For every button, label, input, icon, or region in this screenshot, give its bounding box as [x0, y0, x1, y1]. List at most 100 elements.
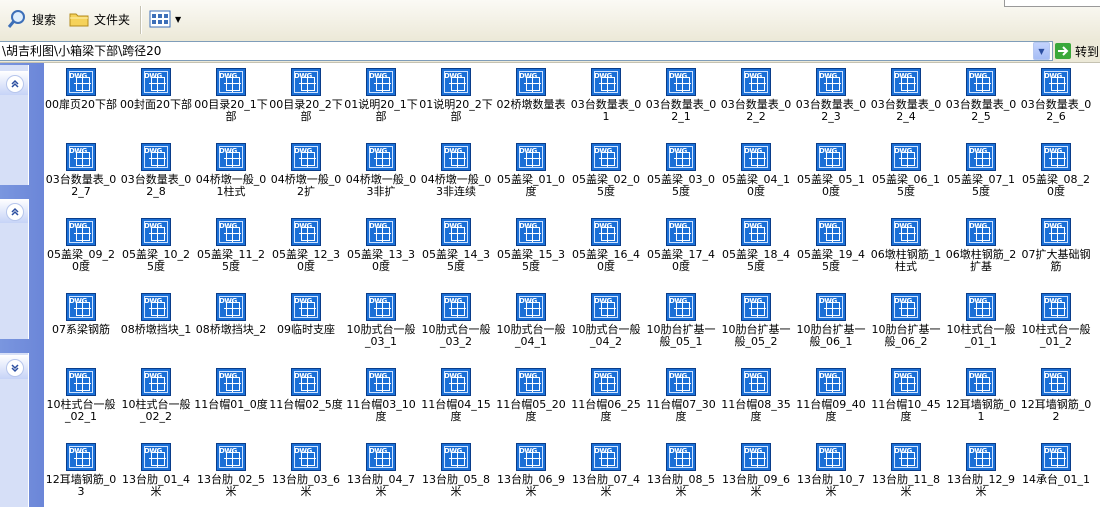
search-button[interactable]: 搜索 — [6, 6, 56, 32]
file-item[interactable]: DWG 03台数量表_02_8 — [119, 143, 193, 198]
file-item[interactable]: DWG 05盖梁_16_40度 — [569, 218, 643, 273]
file-item[interactable]: DWG 03台数量表_02_3 — [794, 68, 868, 123]
file-item[interactable]: DWG 11台帽02_5度 — [269, 368, 343, 411]
file-item[interactable]: DWG 11台帽04_15度 — [419, 368, 493, 423]
file-item[interactable]: DWG 10柱式台一般_02_1 — [44, 368, 118, 423]
file-item[interactable]: DWG 13台肋_05_8米 — [419, 443, 493, 498]
file-item[interactable]: DWG 05盖梁_05_10度 — [794, 143, 868, 198]
file-item[interactable]: DWG 00封面20下部 — [119, 68, 193, 111]
file-item[interactable]: DWG 05盖梁_07_15度 — [944, 143, 1018, 198]
file-item[interactable]: DWG 13台肋_06_9米 — [494, 443, 568, 498]
file-item[interactable]: DWG 05盖梁_02_05度 — [569, 143, 643, 198]
file-item[interactable]: DWG 00目录20_1下部 — [194, 68, 268, 123]
file-item[interactable]: DWG 09临时支座 — [269, 293, 343, 336]
file-item[interactable]: DWG 10柱式台一般_02_2 — [119, 368, 193, 423]
file-item[interactable]: DWG 05盖梁_01_0度 — [494, 143, 568, 198]
file-item[interactable]: DWG 05盖梁_04_10度 — [719, 143, 793, 198]
file-item[interactable]: DWG 05盖梁_10_25度 — [119, 218, 193, 273]
file-item[interactable]: DWG 10肋台扩基一般_05_2 — [719, 293, 793, 348]
file-item[interactable]: DWG 07系梁钢筋 — [44, 293, 118, 336]
file-item[interactable]: DWG 05盖梁_09_20度 — [44, 218, 118, 273]
file-item[interactable]: DWG 05盖梁_15_35度 — [494, 218, 568, 273]
file-item[interactable]: DWG 06墩柱钢筋_1柱式 — [869, 218, 943, 273]
file-item[interactable]: DWG 10肋式台一般_03_2 — [419, 293, 493, 348]
chevron-down-icon[interactable] — [6, 359, 24, 377]
file-item[interactable]: DWG 04桥墩一般_03非连续 — [419, 143, 493, 198]
file-item[interactable]: DWG 13台肋_04_7米 — [344, 443, 418, 498]
file-item[interactable]: DWG 11台帽06_25度 — [569, 368, 643, 423]
file-item[interactable]: DWG 13台肋_09_6米 — [719, 443, 793, 498]
file-item[interactable]: DWG 02桥墩数量表 — [494, 68, 568, 111]
file-item[interactable]: DWG 11台帽07_30度 — [644, 368, 718, 423]
file-item[interactable]: DWG 10柱式台一般_01_1 — [944, 293, 1018, 348]
file-item[interactable]: DWG 13台肋_02_5米 — [194, 443, 268, 498]
file-item[interactable]: DWG 00扉页20下部 — [44, 68, 118, 111]
views-button[interactable]: ▼ — [148, 6, 181, 32]
file-item[interactable]: DWG 11台帽08_35度 — [719, 368, 793, 423]
file-item[interactable]: DWG 05盖梁_14_35度 — [419, 218, 493, 273]
file-item[interactable]: DWG 11台帽09_40度 — [794, 368, 868, 423]
file-item[interactable]: DWG 08桥墩挡块_1 — [119, 293, 193, 336]
file-item[interactable]: DWG 05盖梁_12_30度 — [269, 218, 343, 273]
file-item[interactable]: DWG 05盖梁_19_45度 — [794, 218, 868, 273]
file-item[interactable]: DWG 05盖梁_18_45度 — [719, 218, 793, 273]
task-panel-2-header[interactable] — [0, 199, 28, 223]
file-item[interactable]: DWG 01说明20_2下部 — [419, 68, 493, 123]
file-item[interactable]: DWG 01说明20_1下部 — [344, 68, 418, 123]
file-item[interactable]: DWG 05盖梁_11_25度 — [194, 218, 268, 273]
go-button[interactable]: 转到 — [1055, 42, 1099, 60]
folders-button[interactable]: 文件夹 — [68, 6, 130, 32]
file-item[interactable]: DWG 12耳墙钢筋_01 — [944, 368, 1018, 423]
file-item[interactable]: DWG 12耳墙钢筋_03 — [44, 443, 118, 498]
chevron-up-icon[interactable] — [6, 75, 24, 93]
file-item[interactable]: DWG 12耳墙钢筋_02 — [1019, 368, 1093, 423]
file-item[interactable]: DWG 00目录20_2下部 — [269, 68, 343, 123]
file-item[interactable]: DWG 05盖梁_06_15度 — [869, 143, 943, 198]
file-item[interactable]: DWG 03台数量表_02_1 — [644, 68, 718, 123]
file-item[interactable]: DWG 04桥墩一般_03非扩 — [344, 143, 418, 198]
file-item[interactable]: DWG 05盖梁_13_30度 — [344, 218, 418, 273]
file-item[interactable]: DWG 11台帽05_20度 — [494, 368, 568, 423]
file-item[interactable]: DWG 11台帽03_10度 — [344, 368, 418, 423]
file-item[interactable]: DWG 13台肋_12_9米 — [944, 443, 1018, 498]
address-input[interactable]: \胡吉利图\小箱梁下部\跨径20 — [0, 41, 1053, 61]
chevron-up-icon[interactable] — [6, 203, 24, 221]
file-item[interactable]: DWG 05盖梁_08_20度 — [1019, 143, 1093, 198]
file-item[interactable]: DWG 07扩大基础钢筋 — [1019, 218, 1093, 273]
task-panel-1-header[interactable] — [0, 71, 28, 95]
file-item[interactable]: DWG 10柱式台一般_01_2 — [1019, 293, 1093, 348]
task-panel-3-header[interactable] — [0, 355, 28, 379]
file-item[interactable]: DWG 04桥墩一般_02扩 — [269, 143, 343, 198]
file-name: 13台肋_12_9米 — [947, 473, 1015, 498]
file-item[interactable]: DWG 13台肋_07_4米 — [569, 443, 643, 498]
file-item[interactable]: DWG 03台数量表_01 — [569, 68, 643, 123]
file-item[interactable]: DWG 10肋式台一般_04_2 — [569, 293, 643, 348]
file-item[interactable]: DWG 08桥墩挡块_2 — [194, 293, 268, 336]
file-item[interactable]: DWG 03台数量表_02_6 — [1019, 68, 1093, 123]
file-item[interactable]: DWG 06墩柱钢筋_2扩基 — [944, 218, 1018, 273]
file-item[interactable]: DWG 10肋台扩基一般_06_2 — [869, 293, 943, 348]
file-item[interactable]: DWG 03台数量表_02_5 — [944, 68, 1018, 123]
file-item[interactable]: DWG 14承台_01_1 — [1019, 443, 1093, 486]
views-icon — [148, 8, 174, 30]
file-item[interactable]: DWG 13台肋_01_4米 — [119, 443, 193, 498]
file-item[interactable]: DWG 04桥墩一般_01柱式 — [194, 143, 268, 198]
file-item[interactable]: DWG 03台数量表_02_7 — [44, 143, 118, 198]
file-name: 11台帽08_35度 — [721, 398, 791, 423]
file-item[interactable]: DWG 11台帽10_45度 — [869, 368, 943, 423]
file-item[interactable]: DWG 03台数量表_02_2 — [719, 68, 793, 123]
address-dropdown-button[interactable]: ▼ — [1033, 42, 1050, 60]
file-item[interactable]: DWG 10肋式台一般_03_1 — [344, 293, 418, 348]
file-item[interactable]: DWG 13台肋_03_6米 — [269, 443, 343, 498]
file-item[interactable]: DWG 05盖梁_03_05度 — [644, 143, 718, 198]
file-item[interactable]: DWG 05盖梁_17_40度 — [644, 218, 718, 273]
file-item[interactable]: DWG 13台肋_08_5米 — [644, 443, 718, 498]
dwg-file-icon: DWG — [515, 68, 547, 98]
file-item[interactable]: DWG 10肋台扩基一般_05_1 — [644, 293, 718, 348]
file-item[interactable]: DWG 13台肋_11_8米 — [869, 443, 943, 498]
file-item[interactable]: DWG 10肋台扩基一般_06_1 — [794, 293, 868, 348]
file-item[interactable]: DWG 11台帽01_0度 — [194, 368, 268, 411]
file-item[interactable]: DWG 13台肋_10_7米 — [794, 443, 868, 498]
file-item[interactable]: DWG 03台数量表_02_4 — [869, 68, 943, 123]
file-item[interactable]: DWG 10肋式台一般_04_1 — [494, 293, 568, 348]
